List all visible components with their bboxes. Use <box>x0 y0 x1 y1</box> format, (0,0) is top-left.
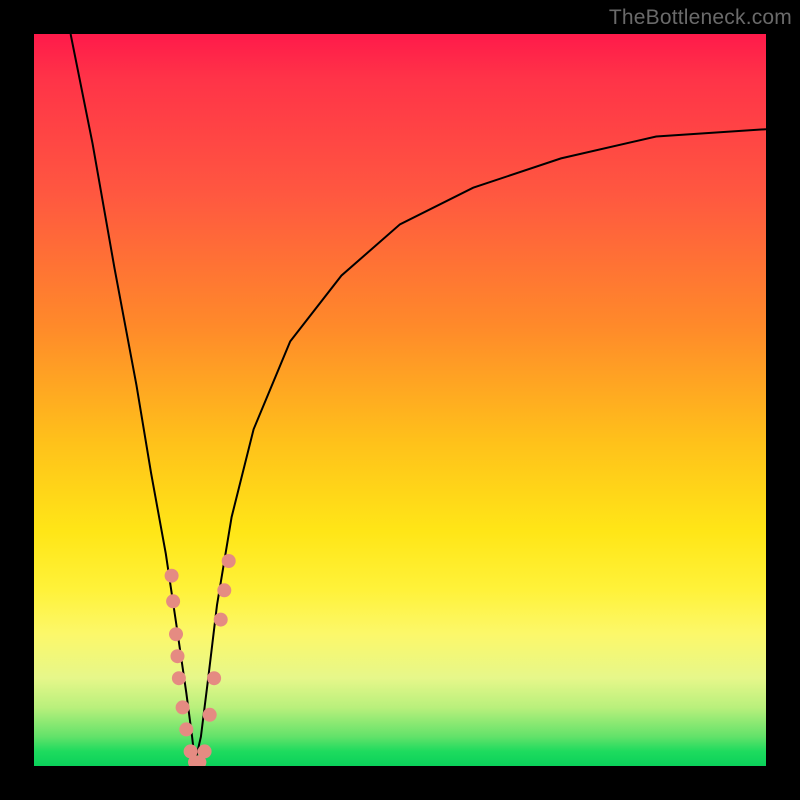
marker-point <box>176 700 190 714</box>
marker-point <box>165 569 179 583</box>
marker-point <box>166 594 180 608</box>
marker-group <box>165 554 236 766</box>
plot-area <box>34 34 766 766</box>
marker-point <box>172 671 186 685</box>
marker-point <box>222 554 236 568</box>
chart-svg <box>34 34 766 766</box>
marker-point <box>214 613 228 627</box>
outer-frame: TheBottleneck.com <box>0 0 800 800</box>
marker-point <box>217 583 231 597</box>
marker-point <box>179 722 193 736</box>
marker-point <box>169 627 183 641</box>
marker-point <box>171 649 185 663</box>
watermark-label: TheBottleneck.com <box>609 6 792 30</box>
marker-point <box>203 708 217 722</box>
marker-point <box>198 744 212 758</box>
marker-point <box>207 671 221 685</box>
